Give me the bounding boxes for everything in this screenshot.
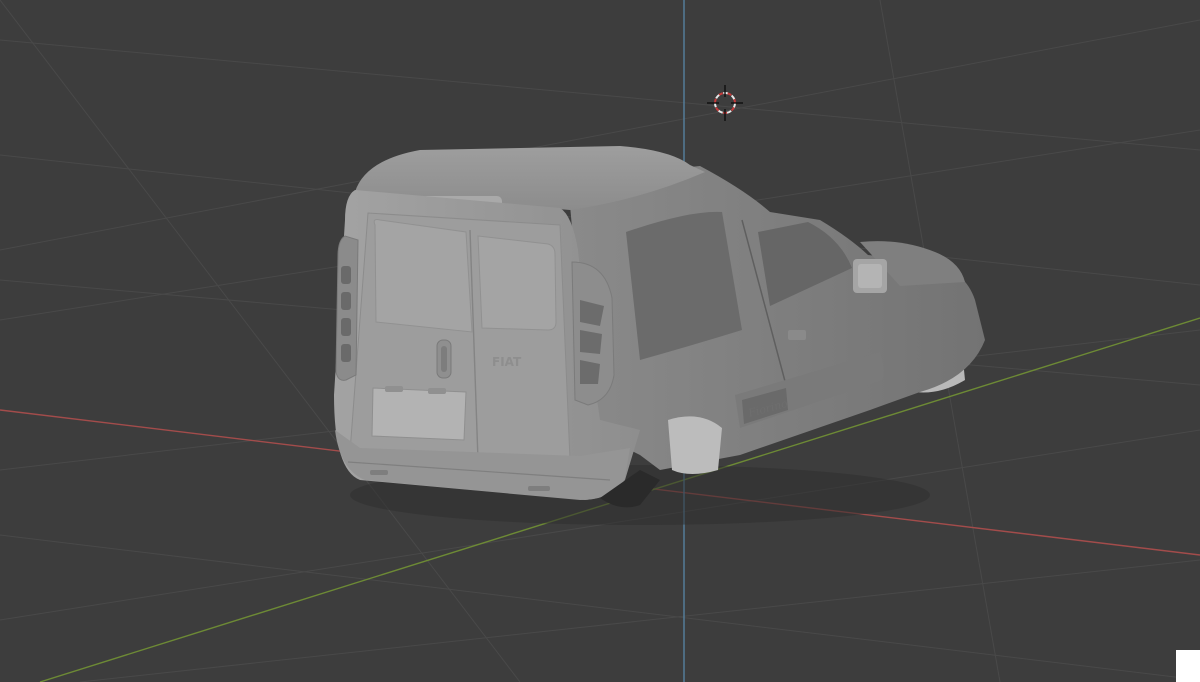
van-side-panel [570,166,985,470]
3d-viewport[interactable]: Fiorino FIAT [0,0,1200,682]
3d-cursor-icon[interactable] [707,85,743,121]
viewport-canvas[interactable]: Fiorino FIAT [0,0,1200,682]
handle-recess [441,346,447,372]
door-handle [788,330,806,340]
mirror-glass [858,264,882,288]
rear-right-window [477,235,557,331]
plate-light-left [385,386,403,392]
rear-wheel [668,416,722,474]
bumper-reflector-left [370,470,388,475]
rear-left-window [373,219,473,333]
bumper-reflector-right [528,486,550,491]
plate-light-right [428,388,446,394]
license-plate-recess [371,387,467,441]
corner-marker [1176,650,1200,682]
rear-logo-text: FIAT [492,355,522,369]
van-3d-model[interactable]: Fiorino FIAT [334,146,985,525]
